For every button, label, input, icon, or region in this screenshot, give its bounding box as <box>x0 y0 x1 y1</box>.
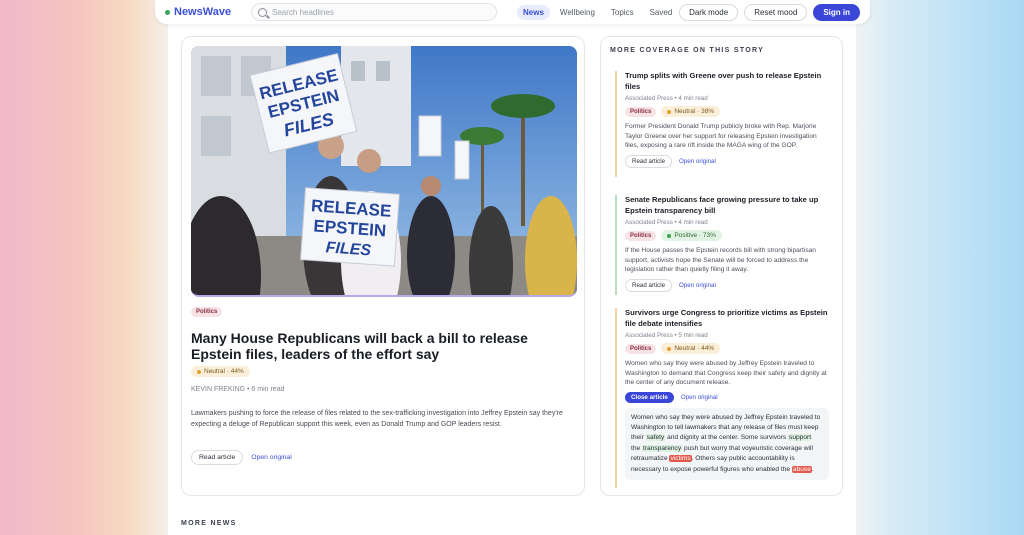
search-input[interactable] <box>272 7 482 17</box>
read-article-button[interactable]: Read article <box>625 278 673 292</box>
nav-item-wellbeing[interactable]: Wellbeing <box>554 5 601 20</box>
nav-item-saved[interactable]: Saved <box>644 5 679 20</box>
sentiment-badge: Neutral · 44% <box>661 343 721 354</box>
nav-item-news[interactable]: News <box>517 4 550 20</box>
brand-logo[interactable]: NewsWave <box>165 6 251 18</box>
coverage-story: Senate Republicans face growing pressure… <box>615 195 829 295</box>
nav-item-topics[interactable]: Topics <box>605 5 640 20</box>
topic-badge: Politics <box>625 230 657 241</box>
positive-word-highlight: transparency <box>642 444 683 452</box>
coverage-story-actions: Close article Open original <box>625 391 829 403</box>
main-story-byline: KEVIN FREKING • 6 min read <box>191 386 285 393</box>
sentiment-dot-icon <box>667 109 672 114</box>
analysis-text: the <box>631 444 642 452</box>
main-nav: News Wellbeing Topics Saved <box>517 4 679 20</box>
positive-word-highlight: safety <box>645 434 666 442</box>
search-box <box>251 3 497 21</box>
read-article-button[interactable]: Read article <box>191 450 244 465</box>
sentiment-label: Neutral · 38% <box>674 108 715 115</box>
sentiment-dot-icon <box>667 346 672 351</box>
coverage-story-badges: Politics Neutral · 38% <box>625 106 829 117</box>
protest-sign-front: RELEASE EPSTEIN FILES <box>300 187 400 267</box>
search-icon <box>258 7 267 17</box>
dark-mode-button[interactable]: Dark mode <box>679 3 739 21</box>
negative-word-highlight: abuse <box>791 465 812 473</box>
coverage-story-actions: Read article Open original <box>625 154 829 168</box>
sentiment-dot-icon <box>667 233 672 238</box>
top-navigation-bar: NewsWave News Wellbeing Topics Saved Dar… <box>155 0 870 24</box>
analysis-text: . <box>811 465 814 473</box>
coverage-story-actions: Read article Open original <box>625 278 829 292</box>
svg-text:FILES: FILES <box>325 239 372 259</box>
sentiment-analysis-text: Women who say they were abused by Jeffre… <box>625 407 829 480</box>
coverage-story-badges: Politics Neutral · 44% <box>625 343 829 354</box>
coverage-story-title[interactable]: Senate Republicans face growing pressure… <box>625 195 829 216</box>
coverage-story: Trump splits with Greene over push to re… <box>615 71 829 177</box>
more-coverage-heading: MORE COVERAGE ON THIS STORY <box>610 47 765 54</box>
open-original-link[interactable]: Open original <box>679 158 716 165</box>
topic-badge: Politics <box>191 307 223 317</box>
header-actions: Dark mode Reset mood Sign in <box>679 3 860 21</box>
coverage-story-summary: Former President Donald Trump publicly b… <box>625 123 817 149</box>
sentiment-badge: Positive · 73% <box>661 230 722 241</box>
sentiment-badge: Neutral · 44% <box>191 366 250 377</box>
sign-in-button[interactable]: Sign in <box>813 3 860 21</box>
close-article-button[interactable]: Close article <box>625 391 674 403</box>
sentiment-label: Neutral · 44% <box>204 368 244 375</box>
main-story-summary: Lawmakers pushing to force the release o… <box>191 410 563 428</box>
main-story-actions: Read article Open original <box>191 450 292 465</box>
coverage-story-byline: Associated Press • 4 min read <box>625 219 708 226</box>
open-original-link[interactable]: Open original <box>679 282 716 289</box>
sentiment-label: Neutral · 44% <box>674 345 715 352</box>
negative-word-highlight: victims <box>669 455 692 463</box>
open-original-link[interactable]: Open original <box>251 454 291 461</box>
sentiment-dot-icon <box>197 369 201 374</box>
coverage-story-expanded: Survivors urge Congress to prioritize vi… <box>615 308 829 488</box>
read-article-button[interactable]: Read article <box>625 154 673 168</box>
brand-name: NewsWave <box>174 6 232 18</box>
coverage-story-title[interactable]: Survivors urge Congress to prioritize vi… <box>625 308 829 329</box>
more-coverage-panel: MORE COVERAGE ON THIS STORY Trump splits… <box>600 36 843 496</box>
sentiment-badge: Neutral · 38% <box>661 106 721 117</box>
brand-dot-icon <box>165 9 170 15</box>
more-news-heading: MORE NEWS <box>181 520 237 527</box>
reset-mood-button[interactable]: Reset mood <box>744 3 808 21</box>
coverage-story-byline: Associated Press • 5 min read <box>625 332 708 339</box>
hero-image[interactable]: RELEASE EPSTEIN FILES RELEASE EPSTEIN FI… <box>191 46 577 297</box>
coverage-story-summary: If the House passes the Epstein records … <box>625 247 816 273</box>
open-original-link[interactable]: Open original <box>681 394 718 401</box>
sentiment-label: Positive · 73% <box>674 232 716 239</box>
topic-badge: Politics <box>625 106 657 117</box>
main-story-card: RELEASE EPSTEIN FILES RELEASE EPSTEIN FI… <box>181 36 585 496</box>
positive-word-highlight: support <box>788 434 813 442</box>
coverage-story-byline: Associated Press • 4 min read <box>625 95 708 102</box>
topic-badge: Politics <box>625 343 657 354</box>
coverage-story-summary: Women who say they were abused by Jeffre… <box>625 360 827 386</box>
coverage-story-title[interactable]: Trump splits with Greene over push to re… <box>625 71 829 92</box>
analysis-text: and dignity at the center. Some survivor… <box>665 434 789 442</box>
protest-photo: RELEASE EPSTEIN FILES RELEASE EPSTEIN FI… <box>191 46 577 295</box>
coverage-story-badges: Politics Positive · 73% <box>625 230 829 241</box>
main-story-title[interactable]: Many House Republicans will back a bill … <box>191 330 581 362</box>
